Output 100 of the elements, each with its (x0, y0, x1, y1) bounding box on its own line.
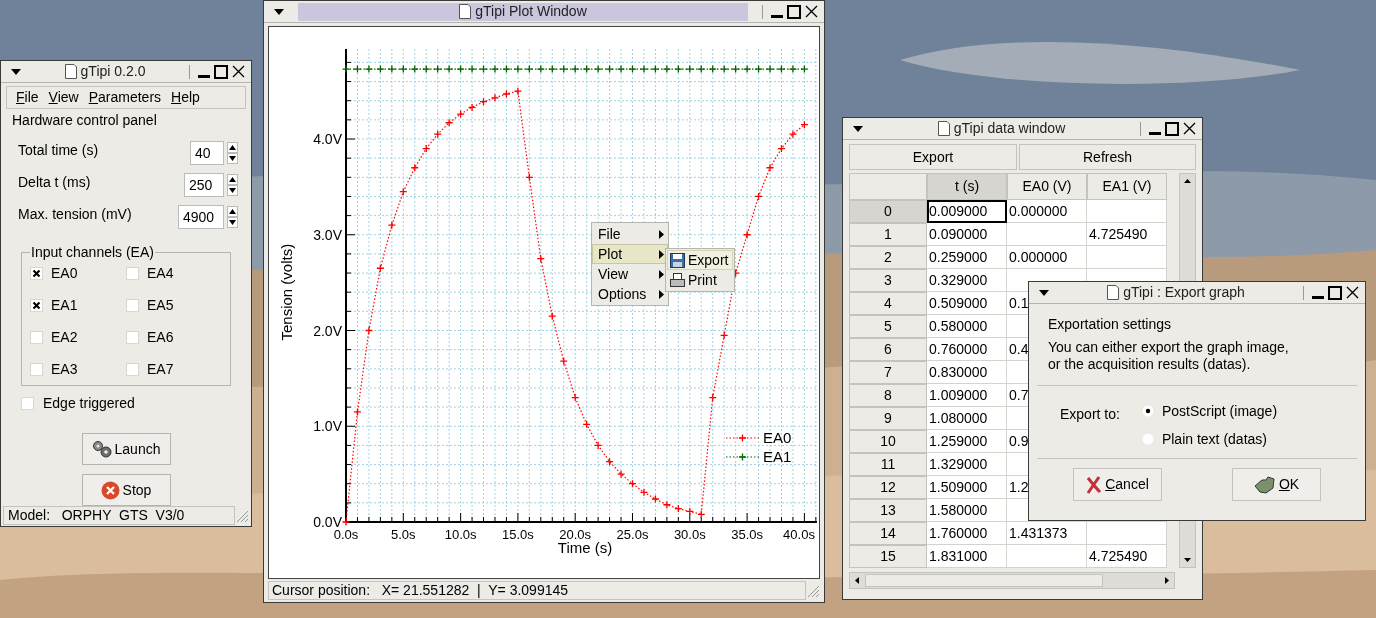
row-header[interactable]: 13 (849, 499, 927, 522)
spin-arrows-icon[interactable] (227, 142, 238, 164)
checkbox[interactable] (21, 397, 34, 410)
checkbox[interactable] (126, 298, 139, 312)
maximize-icon[interactable] (1328, 285, 1342, 300)
window-menu-icon[interactable] (11, 68, 21, 75)
table-cell[interactable]: 4.725490 (1087, 545, 1167, 568)
close-icon[interactable] (232, 65, 245, 78)
table-cell[interactable]: 0.000000 (1007, 200, 1087, 223)
checkbox-label[interactable]: EA7 (147, 358, 174, 380)
checkbox[interactable] (30, 362, 43, 376)
title-bar[interactable]: gTipi data window (843, 118, 1202, 140)
row-header[interactable]: 10 (849, 430, 927, 453)
column-header[interactable]: EA0 (V) (1007, 173, 1087, 200)
menu-item[interactable]: Export (667, 250, 733, 270)
scroll-thumb[interactable] (865, 574, 1103, 587)
radio-button[interactable] (1141, 433, 1154, 445)
title-bar[interactable]: gTipi : Export graph (1029, 282, 1365, 304)
row-header[interactable]: 3 (849, 269, 927, 292)
menu-item[interactable]: Help (166, 87, 205, 108)
resize-grip-icon[interactable] (806, 583, 820, 598)
maximize-icon[interactable] (214, 64, 228, 79)
table-cell[interactable]: 0.509000 (927, 292, 1007, 315)
checkbox-label[interactable]: EA0 (51, 262, 78, 284)
checkbox[interactable] (30, 266, 43, 280)
table-cell[interactable]: 1.431373 (1007, 522, 1087, 545)
radio-label[interactable]: Plain text (datas) (1161, 428, 1267, 450)
close-icon[interactable] (1183, 122, 1196, 135)
table-cell[interactable]: 1.259000 (927, 430, 1007, 453)
table-cell[interactable]: 0.760000 (927, 338, 1007, 361)
title-bar[interactable]: gTipi 0.2.0 (1, 61, 251, 83)
row-header[interactable]: 12 (849, 476, 927, 499)
close-icon[interactable] (805, 5, 818, 18)
menu-item[interactable]: View (43, 87, 84, 108)
number-field[interactable]: 250 (184, 173, 224, 197)
row-header[interactable]: 11 (849, 453, 927, 476)
table-cell[interactable]: 1.831000 (927, 545, 1007, 568)
table-cell[interactable]: 1.509000 (927, 476, 1007, 499)
row-header[interactable]: 1 (849, 223, 927, 246)
checkbox[interactable] (126, 266, 139, 280)
table-cell[interactable]: 0.830000 (927, 361, 1007, 384)
checkbox[interactable] (126, 362, 139, 376)
menu-item[interactable]: File (592, 224, 668, 244)
column-header[interactable]: t (s) (927, 173, 1007, 200)
row-header[interactable]: 14 (849, 522, 927, 545)
column-header[interactable]: EA1 (V) (1087, 173, 1167, 200)
table-cell[interactable]: 0.329000 (927, 269, 1007, 292)
cancel-button[interactable]: Cancel (1073, 468, 1162, 501)
menu-item[interactable]: View (592, 264, 668, 284)
checkbox-label[interactable]: Edge triggered (43, 393, 135, 414)
checkbox-label[interactable]: EA3 (51, 358, 78, 380)
close-icon[interactable] (1346, 286, 1359, 299)
number-field[interactable]: 4900 (178, 205, 224, 229)
checkbox[interactable] (126, 330, 139, 344)
menu-item[interactable]: Options (592, 284, 668, 304)
checkbox[interactable] (30, 298, 43, 312)
toolbar-button[interactable]: Refresh (1019, 144, 1196, 170)
menu-item[interactable]: Plot (592, 244, 668, 264)
checkbox[interactable] (30, 330, 43, 344)
checkbox-label[interactable]: EA1 (51, 294, 78, 316)
radio-label[interactable]: PostScript (image) (1161, 400, 1278, 422)
table-cell[interactable]: 0.000000 (1007, 246, 1087, 269)
table-cell[interactable]: 0.009000 (927, 200, 1007, 223)
menu-item[interactable]: Print (667, 270, 733, 290)
launch-button[interactable]: Launch (81, 433, 171, 465)
table-cell[interactable]: 0.259000 (927, 246, 1007, 269)
table-cell[interactable]: 4.725490 (1087, 223, 1167, 246)
table-cell[interactable]: 1.760000 (927, 522, 1007, 545)
table-cell[interactable] (1087, 200, 1167, 223)
maximize-icon[interactable] (1165, 121, 1179, 136)
spin-arrows-icon[interactable] (227, 174, 238, 196)
resize-grip-icon[interactable] (235, 508, 249, 523)
table-cell[interactable] (1007, 545, 1087, 568)
checkbox-label[interactable]: EA5 (147, 294, 174, 316)
window-menu-icon[interactable] (853, 125, 863, 132)
window-menu-icon[interactable] (274, 8, 284, 15)
row-header[interactable]: 5 (849, 315, 927, 338)
window-menu-icon[interactable] (1039, 289, 1049, 296)
table-cell[interactable]: 0.580000 (927, 315, 1007, 338)
ok-button[interactable]: OK (1232, 468, 1321, 501)
table-cell[interactable]: 0.090000 (927, 223, 1007, 246)
spin-arrows-icon[interactable] (227, 206, 238, 228)
row-header[interactable]: 8 (849, 384, 927, 407)
number-field[interactable]: 40 (190, 141, 224, 165)
radio-button[interactable] (1141, 405, 1154, 417)
row-header[interactable]: 9 (849, 407, 927, 430)
toolbar-button[interactable]: Export (849, 144, 1017, 170)
table-cell[interactable] (1087, 522, 1167, 545)
menu-item[interactable]: Parameters (83, 87, 167, 108)
row-header[interactable]: 6 (849, 338, 927, 361)
checkbox-label[interactable]: EA6 (147, 326, 174, 348)
table-cell[interactable]: 1.329000 (927, 453, 1007, 476)
title-bar[interactable]: gTipi Plot Window (264, 1, 824, 23)
row-header[interactable]: 0 (849, 200, 927, 223)
table-cell[interactable] (1087, 246, 1167, 269)
menu-item[interactable]: File (11, 87, 44, 108)
row-header[interactable]: 2 (849, 246, 927, 269)
stop-button[interactable]: Stop (81, 474, 171, 506)
row-header[interactable]: 15 (849, 545, 927, 568)
maximize-icon[interactable] (787, 4, 801, 19)
